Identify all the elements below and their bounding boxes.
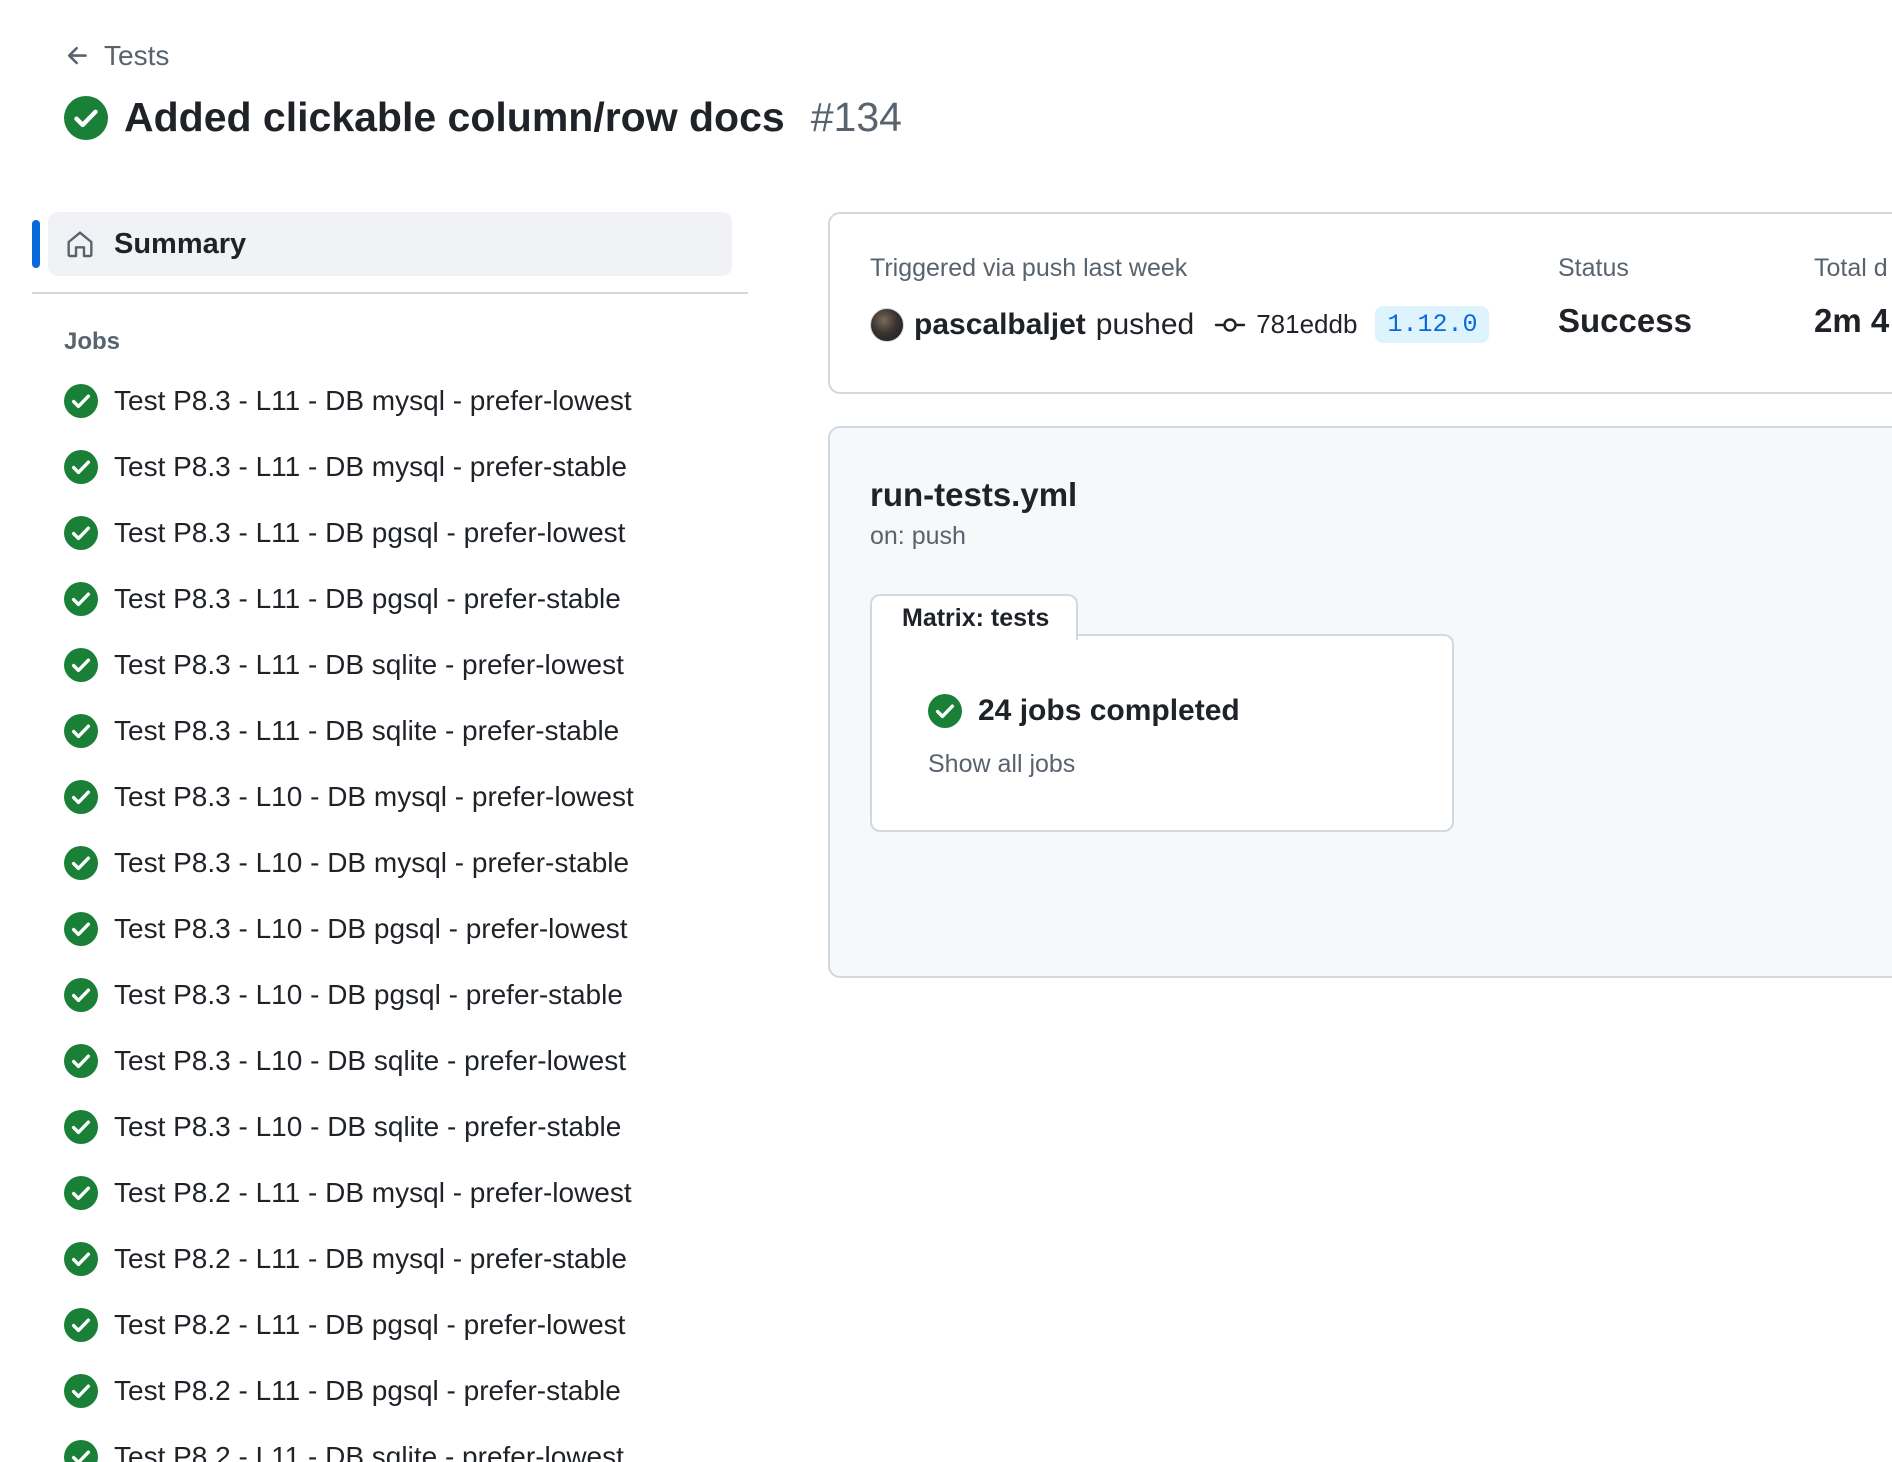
commit-sha-link[interactable]: 781eddb — [1256, 309, 1357, 340]
check-circle-icon — [64, 846, 98, 880]
sidebar-job-item[interactable]: Test P8.3 - L11 - DB sqlite - prefer-sta… — [32, 698, 748, 764]
arrow-left-icon — [67, 46, 87, 65]
selected-indicator — [32, 220, 40, 268]
sidebar-job-item[interactable]: Test P8.2 - L11 - DB mysql - prefer-stab… — [32, 1226, 748, 1292]
sidebar-job-item[interactable]: Test P8.3 - L11 - DB sqlite - prefer-low… — [32, 632, 748, 698]
back-link-label: Tests — [104, 40, 170, 71]
sidebar-item-summary[interactable]: Summary — [32, 212, 732, 276]
check-circle-icon — [64, 582, 98, 616]
check-circle-icon — [64, 978, 98, 1012]
check-circle-icon — [64, 516, 98, 550]
check-circle-icon — [64, 95, 108, 140]
job-name: Test P8.2 - L11 - DB sqlite - prefer-low… — [114, 1441, 624, 1462]
sidebar-job-item[interactable]: Test P8.3 - L10 - DB sqlite - prefer-sta… — [32, 1094, 748, 1160]
matrix-status: 24 jobs completed — [928, 694, 1240, 728]
job-name: Test P8.3 - L11 - DB mysql - prefer-lowe… — [114, 385, 632, 416]
tag-badge[interactable]: 1.12.0 — [1375, 306, 1490, 343]
matrix-job-group: 24 jobs completed Show all jobs — [870, 634, 1454, 832]
job-name: Test P8.3 - L11 - DB sqlite - prefer-sta… — [114, 715, 620, 746]
job-name: Test P8.3 - L11 - DB pgsql - prefer-stab… — [114, 583, 621, 614]
check-circle-icon — [64, 912, 98, 946]
matrix-label: Matrix: tests — [902, 603, 1050, 632]
check-circle-icon — [928, 694, 962, 728]
job-name: Test P8.2 - L11 - DB pgsql - prefer-lowe… — [114, 1309, 626, 1340]
trigger-label: Triggered via push last week — [870, 254, 1188, 282]
check-circle-icon — [64, 1176, 98, 1210]
workflow-run-page: Tests Added clickable column/row docs #1… — [0, 0, 1892, 1462]
sidebar-job-item[interactable]: Test P8.3 - L11 - DB pgsql - prefer-lowe… — [32, 500, 748, 566]
sidebar-job-item[interactable]: Test P8.3 - L10 - DB mysql - prefer-stab… — [32, 830, 748, 896]
sidebar-divider — [32, 292, 748, 294]
jobs-completed-text: 24 jobs completed — [978, 694, 1240, 727]
check-circle-icon — [64, 1374, 98, 1408]
check-circle-icon — [64, 1308, 98, 1342]
job-name: Test P8.3 - L10 - DB pgsql - prefer-lowe… — [114, 913, 628, 944]
check-circle-icon — [64, 1440, 98, 1462]
run-info-card: Triggered via push last week pascalbalje… — [828, 212, 1892, 394]
sidebar-job-item[interactable]: Test P8.3 - L10 - DB mysql - prefer-lowe… — [32, 764, 748, 830]
check-circle-icon — [64, 450, 98, 484]
jobs-heading: Jobs — [64, 328, 121, 355]
sidebar-job-item[interactable]: Test P8.2 - L11 - DB pgsql - prefer-stab… — [32, 1358, 748, 1424]
sidebar-job-item[interactable]: Test P8.2 - L11 - DB mysql - prefer-lowe… — [32, 1160, 748, 1226]
status-label: Status — [1558, 254, 1629, 282]
job-name: Test P8.3 - L10 - DB mysql - prefer-stab… — [114, 847, 630, 878]
git-commit-icon — [1215, 317, 1246, 332]
job-name: Test P8.3 - L10 - DB pgsql - prefer-stab… — [114, 979, 623, 1010]
back-to-tests-link[interactable]: Tests — [64, 40, 169, 72]
sidebar-job-item[interactable]: Test P8.3 - L11 - DB mysql - prefer-lowe… — [32, 368, 748, 434]
job-name: Test P8.2 - L11 - DB mysql - prefer-lowe… — [114, 1177, 632, 1208]
job-name: Test P8.3 - L10 - DB mysql - prefer-lowe… — [114, 781, 634, 812]
job-name: Test P8.3 - L11 - DB mysql - prefer-stab… — [114, 451, 627, 482]
actor-link[interactable]: pascalbaljet — [914, 308, 1086, 342]
check-circle-icon — [64, 1110, 98, 1144]
trigger-details: pascalbaljet pushed 781eddb 1.12.0 — [870, 306, 1490, 343]
check-circle-icon — [64, 780, 98, 814]
job-name: Test P8.2 - L11 - DB pgsql - prefer-stab… — [114, 1375, 621, 1406]
job-name: Test P8.2 - L11 - DB mysql - prefer-stab… — [114, 1243, 627, 1274]
job-name: Test P8.3 - L11 - DB pgsql - prefer-lowe… — [114, 517, 626, 548]
show-all-jobs-link[interactable]: Show all jobs — [928, 750, 1075, 779]
jobs-list: Test P8.3 - L11 - DB mysql - prefer-lowe… — [32, 368, 748, 1462]
sidebar: Summary Jobs Test P8.3 - L11 - DB mysql … — [32, 212, 748, 1462]
workflow-trigger: on: push — [870, 522, 966, 550]
job-name: Test P8.3 - L10 - DB sqlite - prefer-sta… — [114, 1111, 622, 1142]
duration-label: Total d — [1814, 254, 1888, 282]
job-name: Test P8.3 - L10 - DB sqlite - prefer-low… — [114, 1045, 626, 1076]
workflow-graph-card: run-tests.yml on: push Matrix: tests 24 … — [828, 426, 1892, 978]
job-name: Test P8.3 - L11 - DB sqlite - prefer-low… — [114, 649, 624, 680]
home-icon — [67, 231, 93, 258]
avatar[interactable] — [870, 307, 904, 342]
check-circle-icon — [64, 1242, 98, 1276]
sidebar-job-item[interactable]: Test P8.2 - L11 - DB pgsql - prefer-lowe… — [32, 1292, 748, 1358]
sidebar-job-item[interactable]: Test P8.3 - L11 - DB mysql - prefer-stab… — [32, 434, 748, 500]
check-circle-icon — [64, 714, 98, 748]
run-title: Added clickable column/row docs — [124, 94, 785, 140]
check-circle-icon — [64, 648, 98, 682]
status-value: Success — [1558, 302, 1692, 339]
summary-label: Summary — [114, 227, 247, 260]
check-circle-icon — [64, 384, 98, 418]
sidebar-job-item[interactable]: Test P8.3 - L11 - DB pgsql - prefer-stab… — [32, 566, 748, 632]
workflow-file-name: run-tests.yml — [870, 476, 1078, 513]
action-text: pushed — [1095, 307, 1195, 341]
run-number: #134 — [810, 94, 902, 140]
duration-value: 2m 4 — [1814, 302, 1890, 339]
sidebar-job-item[interactable]: Test P8.3 - L10 - DB pgsql - prefer-stab… — [32, 962, 748, 1028]
matrix-tab: Matrix: tests — [870, 594, 1078, 640]
check-circle-icon — [64, 1044, 98, 1078]
sidebar-job-item[interactable]: Test P8.3 - L10 - DB sqlite - prefer-low… — [32, 1028, 748, 1094]
page-title: Added clickable column/row docs #134 — [64, 94, 902, 141]
sidebar-job-item[interactable]: Test P8.3 - L10 - DB pgsql - prefer-lowe… — [32, 896, 748, 962]
sidebar-job-item[interactable]: Test P8.2 - L11 - DB sqlite - prefer-low… — [32, 1424, 748, 1462]
